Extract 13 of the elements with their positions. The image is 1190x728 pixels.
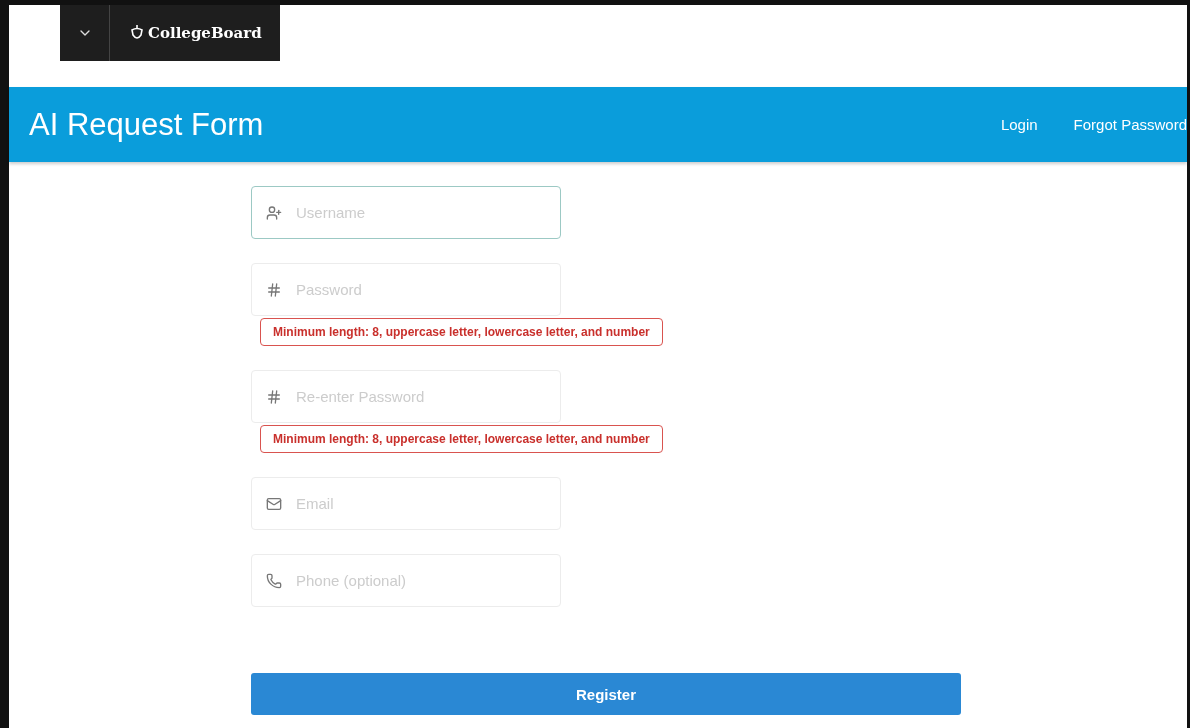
error-tooltip: Minimum length: 8, uppercase letter, lowercase letter, and number [260, 318, 663, 346]
hash-icon [266, 388, 282, 405]
hash-icon [266, 281, 282, 298]
nav-link[interactable]: Login [1000, 116, 1038, 133]
brand-logo[interactable]: CollegeBoard [110, 5, 280, 61]
user-plus-icon [266, 204, 282, 221]
page-title: AI Request Form [29, 106, 264, 143]
error-tooltip: Minimum length: 8, uppercase letter, lowercase letter, and number [260, 425, 663, 453]
register-button[interactable]: Register [251, 673, 961, 715]
envelope-icon [266, 495, 282, 512]
acorn-icon [130, 24, 144, 42]
nav-link[interactable]: Forgot Password [1073, 116, 1187, 133]
phone-icon [266, 572, 282, 589]
